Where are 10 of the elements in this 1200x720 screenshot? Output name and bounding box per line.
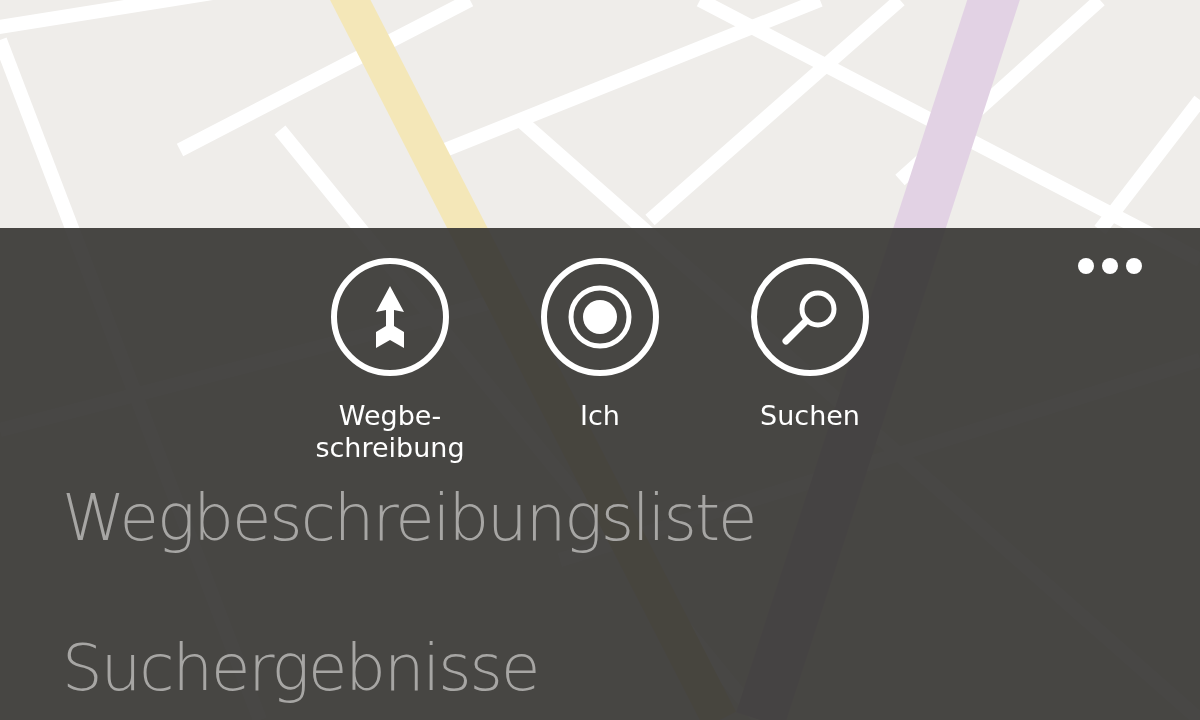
- arrow-up-icon: [374, 286, 406, 348]
- app-bar-label: Ich: [580, 400, 620, 432]
- app-bar-button[interactable]: [751, 258, 869, 376]
- app-bar-label: Wegbe- schreibung: [315, 400, 465, 464]
- app-bar-label: Suchen: [760, 400, 860, 432]
- location-target-icon: [567, 284, 633, 350]
- app-bar-button[interactable]: [541, 258, 659, 376]
- menu-item[interactable]: Wegbeschreibungsliste: [62, 478, 1200, 558]
- menu-item[interactable]: Suchergebnisse: [62, 628, 1200, 708]
- app-bar-button[interactable]: [331, 258, 449, 376]
